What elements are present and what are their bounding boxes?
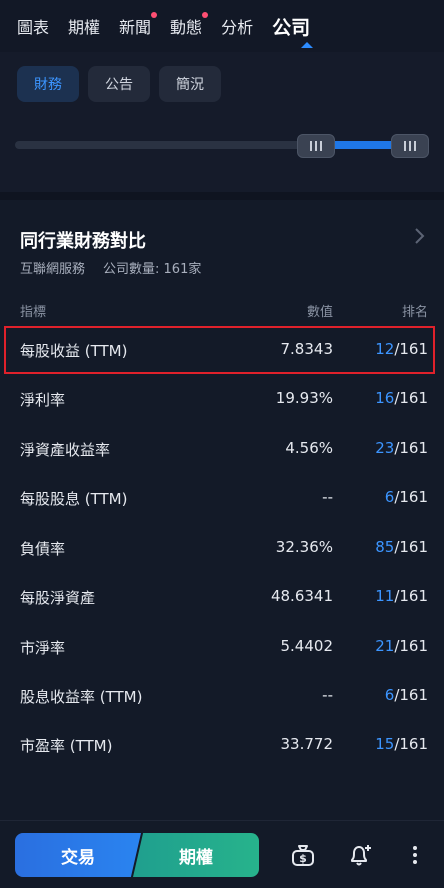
table-row[interactable]: 市盈率 (TTM) 33.772 15/161: [0, 721, 444, 770]
row-name: 股息收益率 (TTM): [20, 688, 143, 706]
tab-options-label: 期權: [68, 18, 101, 37]
sub-tab-group: 財務 公告 簡況: [17, 66, 221, 102]
tab-company-label: 公司: [272, 16, 311, 39]
header-value: 數值: [306, 305, 333, 320]
bottom-action-bar: 交易 期權 $: [0, 820, 444, 888]
range-slider[interactable]: [15, 134, 429, 158]
svg-text:$: $: [299, 852, 307, 865]
row-value: 32.36%: [275, 538, 333, 556]
row-name: 市淨率: [20, 639, 66, 657]
card-subtitle: 互聯網服務 公司數量: 161家: [20, 258, 201, 277]
tab-options[interactable]: 期權: [68, 14, 100, 38]
trade-button[interactable]: 交易: [15, 833, 141, 877]
row-rank: 15/161: [375, 735, 428, 753]
active-tab-indicator: [301, 42, 313, 48]
row-rank: 16/161: [375, 389, 428, 407]
subtab-profile-label: 簡況: [176, 77, 204, 93]
row-name: 每股淨資產: [20, 589, 96, 607]
row-rank: 6/161: [384, 488, 428, 506]
row-value: 7.8343: [280, 340, 334, 358]
subtab-financials[interactable]: 財務: [17, 66, 79, 102]
tab-news-label: 新聞: [119, 18, 152, 37]
row-value: --: [322, 488, 333, 506]
row-rank: 6/161: [384, 686, 428, 704]
tab-feed-label: 動態: [170, 18, 203, 37]
tab-feed[interactable]: 動態: [170, 12, 209, 38]
row-value: 5.4402: [280, 637, 334, 655]
row-name: 市盈率 (TTM): [20, 737, 113, 755]
slider-right-handle[interactable]: [391, 134, 429, 158]
tab-analysis-label: 分析: [221, 18, 254, 37]
row-value: 4.56%: [285, 439, 333, 457]
row-rank: 85/161: [375, 538, 428, 556]
row-rank: 23/161: [375, 439, 428, 457]
sub-tab-panel: 財務 公告 簡況: [0, 52, 444, 192]
row-name: 每股股息 (TTM): [20, 490, 128, 508]
trade-button-label: 交易: [61, 847, 95, 868]
row-name: 每股收益 (TTM): [20, 342, 128, 360]
table-row[interactable]: 負債率 32.36% 85/161: [0, 524, 444, 573]
news-notification-dot: [151, 12, 158, 18]
card-title: 同行業財務對比: [20, 231, 146, 252]
slider-left-handle[interactable]: [297, 134, 335, 158]
subtab-announcements-label: 公告: [105, 77, 133, 93]
row-rank: 12/161: [375, 340, 428, 358]
header-indicator: 指標: [20, 305, 47, 320]
subtab-announcements[interactable]: 公告: [88, 66, 150, 102]
table-row[interactable]: 每股股息 (TTM) -- 6/161: [0, 474, 444, 523]
tab-chart[interactable]: 圖表: [17, 14, 49, 38]
table-row[interactable]: 每股淨資產 48.6341 11/161: [0, 573, 444, 622]
tab-chart-label: 圖表: [17, 18, 50, 37]
feed-notification-dot: [202, 12, 209, 18]
table-row[interactable]: 淨資產收益率 4.56% 23/161: [0, 425, 444, 474]
peer-comparison-card: 同行業財務對比 互聯網服務 公司數量: 161家 指標 數值 排名 每股收益 (T…: [0, 200, 444, 820]
options-button-label: 期權: [179, 847, 213, 868]
bell-plus-icon[interactable]: [347, 843, 373, 867]
tab-news[interactable]: 新聞: [119, 12, 158, 38]
row-name: 淨資產收益率: [20, 441, 111, 459]
money-bag-icon[interactable]: $: [290, 843, 316, 867]
company-count: 公司數量: 161家: [103, 262, 202, 277]
subtab-profile[interactable]: 簡況: [159, 66, 221, 102]
more-vertical-icon[interactable]: [409, 843, 421, 867]
subtab-financials-label: 財務: [34, 77, 62, 93]
row-name: 負債率: [20, 540, 66, 558]
tab-company[interactable]: 公司: [272, 13, 310, 40]
row-value: 19.93%: [275, 389, 333, 407]
row-rank: 11/161: [375, 587, 428, 605]
top-tab-bar: 圖表 期權 新聞 動態 分析 公司: [0, 0, 444, 52]
row-rank: 21/161: [375, 637, 428, 655]
chevron-right-icon[interactable]: [413, 227, 425, 245]
table-row[interactable]: 每股收益 (TTM) 7.8343 12/161: [0, 326, 444, 375]
tab-analysis[interactable]: 分析: [221, 14, 253, 38]
row-name: 淨利率: [20, 391, 66, 409]
row-value: 48.6341: [270, 587, 333, 605]
table-row[interactable]: 股息收益率 (TTM) -- 6/161: [0, 672, 444, 721]
row-value: --: [322, 686, 333, 704]
table-row[interactable]: 淨利率 19.93% 16/161: [0, 375, 444, 424]
row-value: 33.772: [280, 735, 334, 753]
options-button[interactable]: 期權: [133, 833, 259, 877]
header-rank: 排名: [401, 305, 428, 320]
table-row[interactable]: 市淨率 5.4402 21/161: [0, 623, 444, 672]
industry-label: 互聯網服務: [20, 262, 86, 277]
